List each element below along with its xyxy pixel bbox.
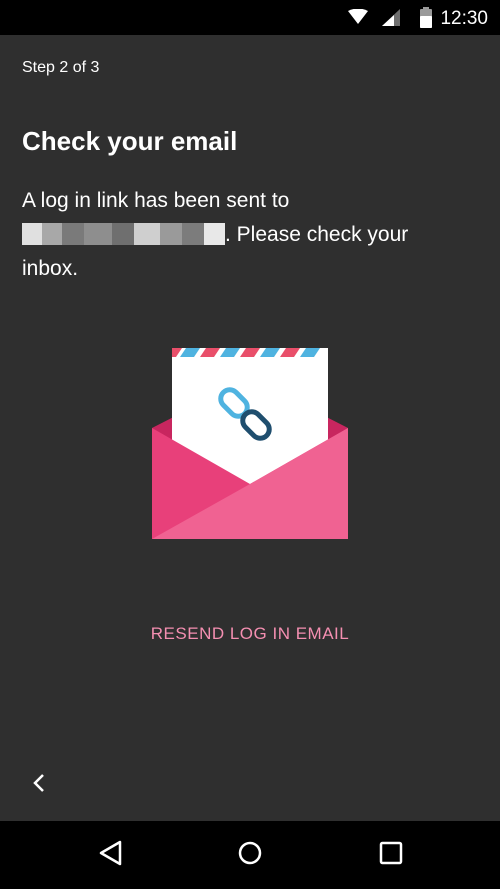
resend-email-button[interactable]: RESEND LOG IN EMAIL (0, 624, 500, 644)
navigation-bar (0, 821, 500, 889)
wifi-icon (348, 8, 368, 30)
status-time: 12:30 (440, 8, 488, 29)
instruction-text: A log in link has been sent to . Please … (22, 184, 462, 286)
signal-icon (382, 9, 400, 31)
envelope-with-link-icon (152, 348, 348, 545)
battery-icon (420, 7, 432, 33)
status-bar: 12:30 (0, 0, 500, 35)
page-title: Check your email (22, 126, 238, 156)
nav-back-icon[interactable] (99, 840, 123, 871)
message-prefix: A log in link has been sent to (22, 189, 290, 212)
chevron-left-icon[interactable] (28, 770, 50, 801)
redacted-email (22, 223, 225, 245)
nav-home-icon[interactable] (237, 840, 263, 871)
step-indicator: Step 2 of 3 (22, 59, 100, 76)
nav-recents-icon[interactable] (378, 840, 404, 871)
